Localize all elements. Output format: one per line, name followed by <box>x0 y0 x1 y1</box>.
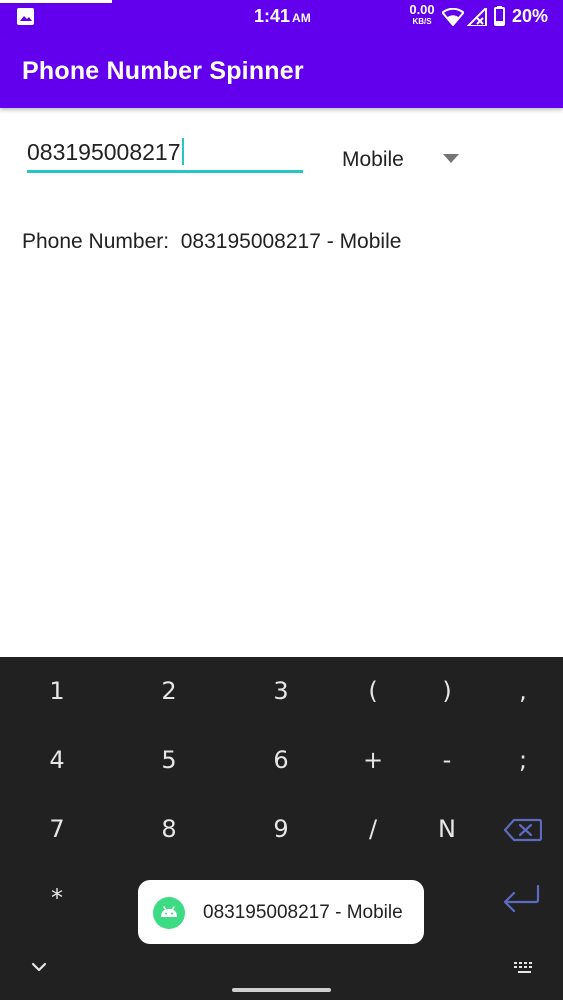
navigation-handle[interactable] <box>232 988 331 992</box>
key-slash[interactable]: / <box>333 804 413 854</box>
phone-type-selected: Mobile <box>342 148 404 171</box>
key-open-paren[interactable]: ( <box>333 666 413 716</box>
key-2[interactable]: 2 <box>129 666 209 716</box>
key-comma[interactable]: , <box>483 666 563 716</box>
signal-icon <box>467 8 487 26</box>
key-asterisk[interactable]: * <box>17 873 97 923</box>
battery-percentage: 20% <box>512 6 549 26</box>
wifi-icon <box>442 8 464 26</box>
network-speed-unit: KB/S <box>412 17 432 26</box>
numeric-keyboard: 1 2 3 ( ) , 4 5 6 + - ; 7 8 9 / N * <box>0 657 563 1000</box>
network-speed-value: 0.00 <box>409 2 435 17</box>
toast-message: 083195008217 - Mobile <box>138 880 424 944</box>
status-time-value: 1:41 <box>254 6 291 26</box>
key-close-paren[interactable]: ) <box>407 666 487 716</box>
key-3[interactable]: 3 <box>241 666 321 716</box>
enter-icon[interactable] <box>502 884 540 914</box>
toast-text: 083195008217 - Mobile <box>203 902 403 923</box>
network-speed: 0.00 KB/S <box>406 2 438 27</box>
backspace-icon[interactable] <box>504 818 542 842</box>
dropdown-arrow-icon <box>443 154 459 163</box>
text-cursor <box>181 138 184 165</box>
key-6[interactable]: 6 <box>241 735 321 785</box>
gallery-icon <box>17 8 34 25</box>
android-icon <box>153 897 185 929</box>
key-plus[interactable]: + <box>333 735 413 785</box>
phone-type-spinner[interactable]: Mobile <box>330 140 470 180</box>
key-4[interactable]: 4 <box>17 735 97 785</box>
key-semicolon[interactable]: ; <box>483 735 563 785</box>
key-1[interactable]: 1 <box>17 666 97 716</box>
key-7[interactable]: 7 <box>17 804 97 854</box>
key-5[interactable]: 5 <box>129 735 209 785</box>
status-time-ampm: AM <box>292 11 311 25</box>
key-n[interactable]: N <box>407 804 487 854</box>
app-bar: Phone Number Spinner <box>0 33 563 108</box>
status-bar: 1:41 AM 0.00 KB/S 20% <box>0 0 563 33</box>
battery-icon <box>494 6 505 26</box>
phone-number-input[interactable]: 083195008217 <box>27 133 303 173</box>
keyboard-icon[interactable] <box>513 961 536 974</box>
app-title: Phone Number Spinner <box>22 57 304 85</box>
key-8[interactable]: 8 <box>129 804 209 854</box>
chevron-down-icon[interactable] <box>31 962 47 972</box>
key-minus[interactable]: - <box>407 735 487 785</box>
key-9[interactable]: 9 <box>241 804 321 854</box>
phone-number-result: Phone Number: 083195008217 - Mobile <box>22 230 402 253</box>
phone-number-value: 083195008217 <box>27 139 181 165</box>
status-time: 1:41 AM <box>254 6 311 27</box>
status-progress-indicator <box>0 0 112 3</box>
